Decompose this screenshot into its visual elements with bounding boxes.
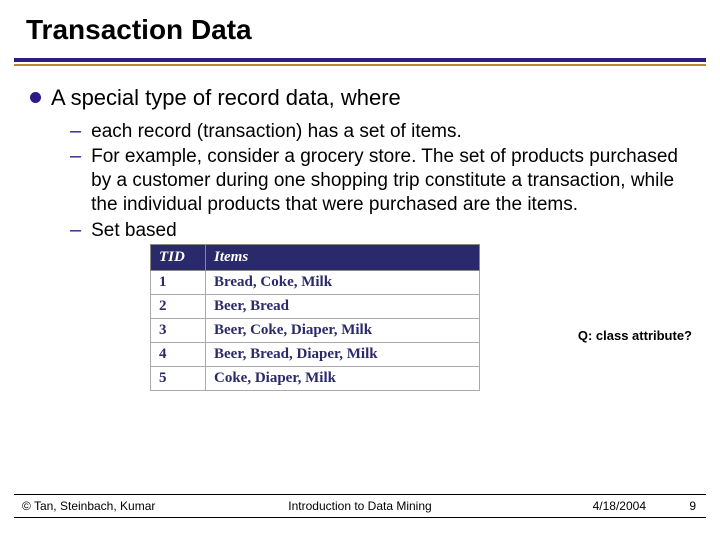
- footer-page: 9: [689, 499, 696, 513]
- table-row: 3 Beer, Coke, Diaper, Milk: [151, 319, 480, 343]
- bullet-disc-icon: [30, 92, 41, 103]
- table-header-tid: TID: [151, 245, 206, 271]
- sub-bullet-item: – Set based: [70, 219, 690, 243]
- table-header-items: Items: [206, 245, 480, 271]
- table-row: 1 Bread, Coke, Milk: [151, 271, 480, 295]
- dash-icon: –: [70, 145, 81, 167]
- divider-primary: [14, 58, 706, 62]
- slide: Transaction Data A special type of recor…: [0, 0, 720, 540]
- cell-tid: 3: [151, 319, 206, 343]
- table-row: 2 Beer, Bread: [151, 295, 480, 319]
- question-annotation: Q: class attribute?: [578, 328, 692, 343]
- bullet-text: A special type of record data, where: [51, 84, 690, 112]
- cell-tid: 2: [151, 295, 206, 319]
- cell-tid: 5: [151, 367, 206, 391]
- table-header-row: TID Items: [151, 245, 480, 271]
- bullet-item: A special type of record data, where: [30, 84, 690, 112]
- cell-items: Coke, Diaper, Milk: [206, 367, 480, 391]
- sub-bullet-item: – each record (transaction) has a set of…: [70, 120, 690, 144]
- sub-bullet-text: each record (transaction) has a set of i…: [91, 120, 690, 144]
- dash-icon: –: [70, 120, 81, 142]
- table-row: 5 Coke, Diaper, Milk: [151, 367, 480, 391]
- dash-icon: –: [70, 219, 81, 241]
- table-row: 4 Beer, Bread, Diaper, Milk: [151, 343, 480, 367]
- slide-footer: © Tan, Steinbach, Kumar Introduction to …: [14, 494, 706, 518]
- sub-bullet-text: Set based: [91, 219, 690, 243]
- transaction-table-wrap: TID Items 1 Bread, Coke, Milk 2 Beer, Br…: [150, 244, 480, 391]
- cell-items: Beer, Bread, Diaper, Milk: [206, 343, 480, 367]
- cell-items: Beer, Coke, Diaper, Milk: [206, 319, 480, 343]
- footer-date: 4/18/2004: [593, 499, 646, 513]
- cell-tid: 4: [151, 343, 206, 367]
- cell-items: Beer, Bread: [206, 295, 480, 319]
- sub-bullet-text: For example, consider a grocery store. T…: [91, 145, 690, 216]
- transaction-table: TID Items 1 Bread, Coke, Milk 2 Beer, Br…: [150, 244, 480, 391]
- cell-tid: 1: [151, 271, 206, 295]
- sub-bullet-item: – For example, consider a grocery store.…: [70, 145, 690, 216]
- slide-title: Transaction Data: [0, 0, 720, 52]
- cell-items: Bread, Coke, Milk: [206, 271, 480, 295]
- sub-bullet-list: – each record (transaction) has a set of…: [70, 120, 690, 243]
